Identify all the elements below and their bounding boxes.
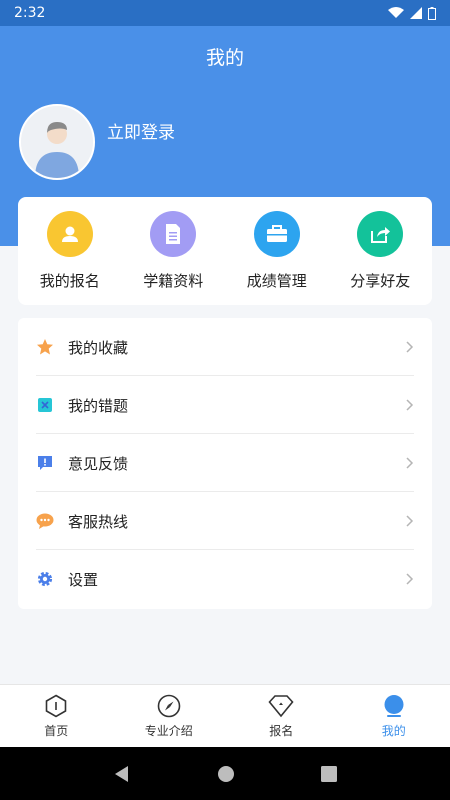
signup-icon	[268, 695, 294, 718]
document-icon	[150, 211, 197, 257]
chevron-right-icon	[406, 457, 414, 469]
menu-item-customer-service[interactable]: 客服热线	[18, 492, 432, 550]
briefcase-icon	[253, 211, 300, 257]
quick-action-grade-management[interactable]: 成绩管理	[225, 197, 329, 305]
signal-icon	[410, 7, 422, 19]
gear-icon	[36, 570, 54, 588]
quick-action-label: 学籍资料	[143, 272, 204, 290]
menu-item-label: 客服热线	[68, 512, 129, 531]
back-icon[interactable]	[113, 765, 131, 783]
profile-icon	[384, 695, 404, 717]
wifi-icon	[388, 7, 404, 18]
menu-item-label: 意见反馈	[68, 454, 129, 473]
bottom-tab-bar: 首页 专业介绍 报名 我的	[0, 684, 450, 747]
quick-action-label: 成绩管理	[246, 272, 307, 290]
battery-icon	[428, 6, 436, 20]
system-nav-bar	[0, 747, 450, 800]
error-icon	[36, 396, 54, 414]
quick-action-student-records[interactable]: 学籍资料	[122, 197, 226, 305]
menu-item-feedback[interactable]: 意见反馈	[18, 434, 432, 492]
menu-item-label: 我的收藏	[68, 338, 129, 357]
quick-action-label: 我的报名	[39, 272, 100, 290]
menu-item-wrong-questions[interactable]: 我的错题	[18, 376, 432, 434]
share-icon	[357, 211, 404, 257]
recents-icon[interactable]	[321, 765, 337, 782]
tab-home[interactable]: 首页	[0, 685, 113, 747]
star-icon	[36, 338, 54, 356]
tab-label: 报名	[269, 724, 294, 738]
chevron-right-icon	[406, 515, 414, 527]
compass-icon	[157, 694, 181, 718]
menu-item-favorites[interactable]: 我的收藏	[18, 318, 432, 376]
quick-action-share-friends[interactable]: 分享好友	[329, 197, 433, 305]
status-icons	[388, 6, 436, 20]
user-icon	[46, 211, 93, 257]
quick-action-label: 分享好友	[350, 272, 411, 290]
chevron-right-icon	[406, 399, 414, 411]
menu-list: 我的收藏 我的错题 意见反馈 客服热线 设置	[18, 318, 432, 609]
tab-label: 专业介绍	[144, 724, 193, 738]
tab-profile[interactable]: 我的	[338, 685, 450, 747]
menu-item-label: 设置	[68, 570, 99, 589]
feedback-icon	[36, 454, 54, 472]
menu-item-label: 我的错题	[68, 396, 129, 415]
chat-icon	[36, 512, 54, 530]
menu-item-settings[interactable]: 设置	[18, 550, 432, 608]
status-bar: 2:32	[0, 0, 450, 26]
quick-action-my-enrollment[interactable]: 我的报名	[18, 197, 122, 305]
page-title: 我的	[205, 47, 244, 69]
login-link[interactable]: 立即登录	[107, 118, 175, 143]
tab-major-intro[interactable]: 专业介绍	[113, 685, 226, 747]
avatar[interactable]	[19, 104, 95, 180]
tab-label: 首页	[44, 724, 69, 738]
avatar-person-icon	[21, 106, 93, 178]
tab-signup[interactable]: 报名	[225, 685, 338, 747]
home-icon	[45, 694, 67, 718]
home-button-icon[interactable]	[217, 765, 235, 783]
status-time: 2:32	[14, 5, 46, 21]
chevron-right-icon	[406, 341, 414, 353]
tab-label: 我的	[381, 724, 406, 738]
chevron-right-icon	[406, 573, 414, 585]
quick-actions-card: 我的报名 学籍资料 成绩管理 分享好友	[18, 197, 432, 305]
